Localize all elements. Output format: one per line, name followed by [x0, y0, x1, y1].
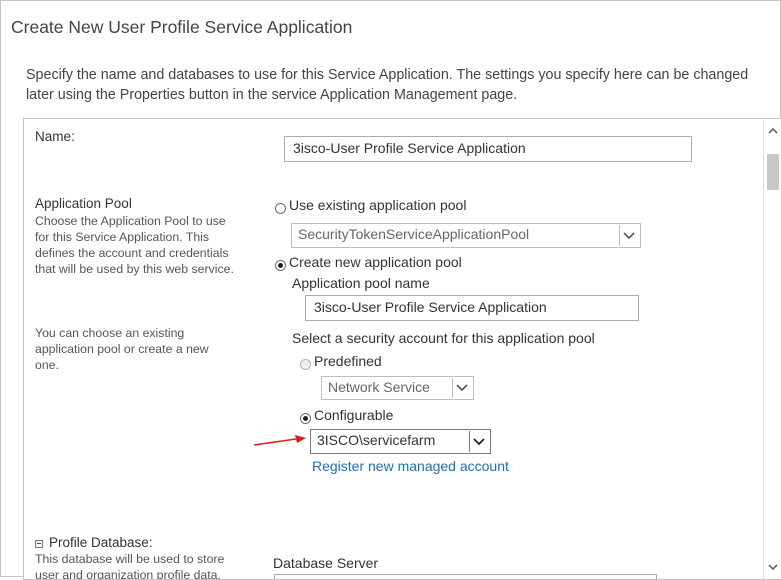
name-input[interactable]: 3isco-User Profile Service Application: [284, 136, 692, 162]
app-pool-description-2: You can choose an existing application p…: [35, 326, 209, 372]
existing-pool-select[interactable]: SecurityTokenServiceApplicationPool: [291, 223, 641, 248]
scroll-down-icon[interactable]: [768, 564, 778, 571]
predefined-select-value: Network Service: [328, 379, 430, 395]
dialog-frame: Create New User Profile Service Applicat…: [0, 0, 781, 580]
security-account-prompt: Select a security account for this appli…: [292, 330, 595, 346]
predefined-radio[interactable]: [300, 359, 311, 370]
use-existing-pool-label[interactable]: Use existing application pool: [289, 197, 466, 213]
db-server-label: Database Server: [273, 555, 379, 571]
chevron-down-icon: [452, 378, 472, 398]
scroll-up-icon[interactable]: [768, 127, 778, 134]
name-label: Name:: [35, 129, 75, 144]
predefined-label[interactable]: Predefined: [314, 353, 382, 369]
chevron-down-icon: [619, 225, 639, 246]
existing-pool-select-value: SecurityTokenServiceApplicationPool: [298, 226, 530, 242]
configurable-account-select[interactable]: 3ISCO\servicefarm: [310, 429, 491, 454]
create-new-pool-label[interactable]: Create new application pool: [289, 254, 462, 270]
profile-db-description: This database will be used to store user…: [35, 552, 225, 580]
configurable-select-value: 3ISCO\servicefarm: [317, 432, 436, 448]
pool-name-label: Application pool name: [292, 275, 430, 291]
collapse-icon[interactable]: [35, 540, 43, 548]
create-new-pool-radio[interactable]: [275, 260, 286, 271]
profile-db-section-title: Profile Database:: [49, 535, 153, 550]
db-server-input[interactable]: sql: [274, 574, 657, 579]
app-pool-description: Choose the Application Pool to use for t…: [35, 214, 234, 276]
form-scroll-area: Name: 3isco-User Profile Service Applica…: [23, 118, 781, 580]
configurable-label[interactable]: Configurable: [314, 407, 393, 423]
vertical-scrollbar[interactable]: [763, 119, 781, 579]
scrollbar-thumb[interactable]: [767, 154, 779, 190]
dialog-title: Create New User Profile Service Applicat…: [11, 17, 353, 37]
pool-name-input[interactable]: 3isco-User Profile Service Application: [305, 295, 639, 321]
predefined-select[interactable]: Network Service: [321, 376, 474, 400]
configurable-radio[interactable]: [300, 413, 311, 424]
dialog-intro-text: Specify the name and databases to use fo…: [26, 67, 749, 103]
app-pool-section-title: Application Pool: [35, 196, 132, 211]
use-existing-pool-radio[interactable]: [275, 203, 286, 214]
annotation-arrow-icon: [253, 435, 306, 446]
chevron-down-icon: [469, 431, 489, 452]
register-managed-account-link[interactable]: Register new managed account: [312, 458, 509, 474]
